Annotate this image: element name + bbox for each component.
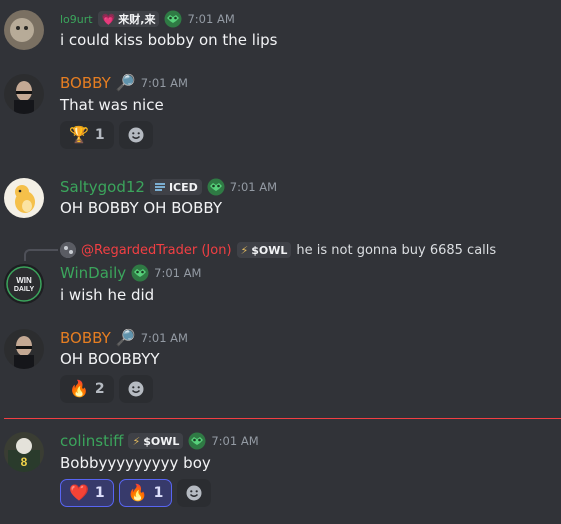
reaction-fire[interactable]: 🔥 2 (60, 375, 114, 403)
tag-label: $OWL (251, 243, 288, 257)
timestamp[interactable]: 7:01 AM (230, 180, 277, 194)
avatar[interactable] (4, 74, 44, 114)
reply-avatar (60, 242, 76, 258)
timestamp[interactable]: 7:01 AM (141, 331, 188, 345)
add-reaction-button[interactable] (118, 121, 153, 149)
timestamp[interactable]: 7:01 AM (141, 76, 188, 90)
avatar[interactable] (4, 329, 44, 369)
new-messages-divider (4, 418, 561, 419)
reply-connector (24, 249, 58, 261)
username[interactable]: Saltygod12 (60, 178, 145, 196)
add-reaction-button[interactable] (118, 375, 153, 403)
reply-tag: ⚡ $OWL (236, 242, 292, 258)
heart-icon: ❤️ (69, 483, 89, 502)
reaction-count: 1 (94, 485, 105, 501)
message-text: i could kiss bobby on the lips (60, 31, 278, 49)
green-badge-icon[interactable] (131, 264, 149, 282)
lightning-icon: ⚡ (240, 243, 249, 257)
svg-text:WIN: WIN (16, 276, 32, 285)
svg-text:DAILY: DAILY (14, 286, 35, 293)
add-reaction-icon (186, 484, 203, 502)
iced-icon (154, 183, 165, 191)
avatar[interactable] (4, 178, 44, 218)
fire-icon: 🔥 (127, 483, 148, 502)
green-badge-icon[interactable] (207, 178, 225, 196)
green-badge-icon[interactable] (188, 432, 206, 450)
reply-preview[interactable]: @RegardedTrader (Jon) ⚡ $OWL he is not g… (60, 241, 496, 259)
server-tag[interactable]: 💗 来财,来 (97, 11, 160, 27)
username[interactable]: BOBBY (60, 74, 111, 92)
server-tag[interactable]: ⚡ $OWL (128, 433, 184, 449)
avatar[interactable]: 8 (4, 432, 44, 472)
username[interactable]: lo9urt (60, 13, 93, 26)
timestamp[interactable]: 7:01 AM (211, 434, 258, 448)
message-text: OH BOOBBYY (60, 350, 160, 368)
username[interactable]: BOBBY (60, 329, 111, 347)
message-text: Bobbyyyyyyyyy boy (60, 454, 211, 472)
message-text: That was nice (60, 96, 164, 114)
tag-label: $OWL (143, 434, 180, 448)
trophy-icon: 🏆 (69, 125, 89, 144)
reply-text: he is not gonna buy 6685 calls (296, 242, 497, 258)
add-reaction-icon (127, 380, 144, 398)
message-text: i wish he did (60, 286, 155, 304)
username[interactable]: colinstiff (60, 432, 123, 450)
message-text: OH BOBBY OH BOBBY (60, 199, 222, 217)
svg-text:8: 8 (21, 455, 28, 469)
reaction-count: 2 (94, 381, 105, 397)
tag-label: ICED (168, 180, 198, 194)
lightning-icon: ⚡ (132, 434, 141, 448)
timestamp[interactable]: 7:01 AM (154, 266, 201, 280)
green-badge-icon[interactable] (164, 10, 182, 28)
reaction-heart[interactable]: ❤️ 1 (60, 479, 114, 507)
reaction-count: 1 (153, 485, 164, 501)
avatar[interactable]: WIN DAILY (4, 264, 44, 304)
server-tag[interactable]: ICED (149, 179, 202, 195)
add-reaction-button[interactable] (177, 479, 212, 507)
timestamp[interactable]: 7:01 AM (187, 12, 234, 26)
reaction-count: 1 (94, 127, 105, 143)
tag-label: 来财,来 (118, 13, 156, 26)
reply-username[interactable]: @RegardedTrader (Jon) (81, 243, 232, 258)
reaction-trophy[interactable]: 🏆 1 (60, 121, 114, 149)
reaction-fire[interactable]: 🔥 1 (118, 479, 173, 507)
add-reaction-icon (127, 126, 144, 144)
avatar[interactable] (4, 10, 44, 50)
username[interactable]: WinDaily (60, 264, 126, 282)
fire-icon: 🔥 (69, 379, 89, 398)
magnifier-icon[interactable]: 🔎 (116, 75, 136, 91)
magnifier-icon[interactable]: 🔎 (116, 330, 136, 346)
pink-heart-icon: 💗 (101, 12, 116, 26)
